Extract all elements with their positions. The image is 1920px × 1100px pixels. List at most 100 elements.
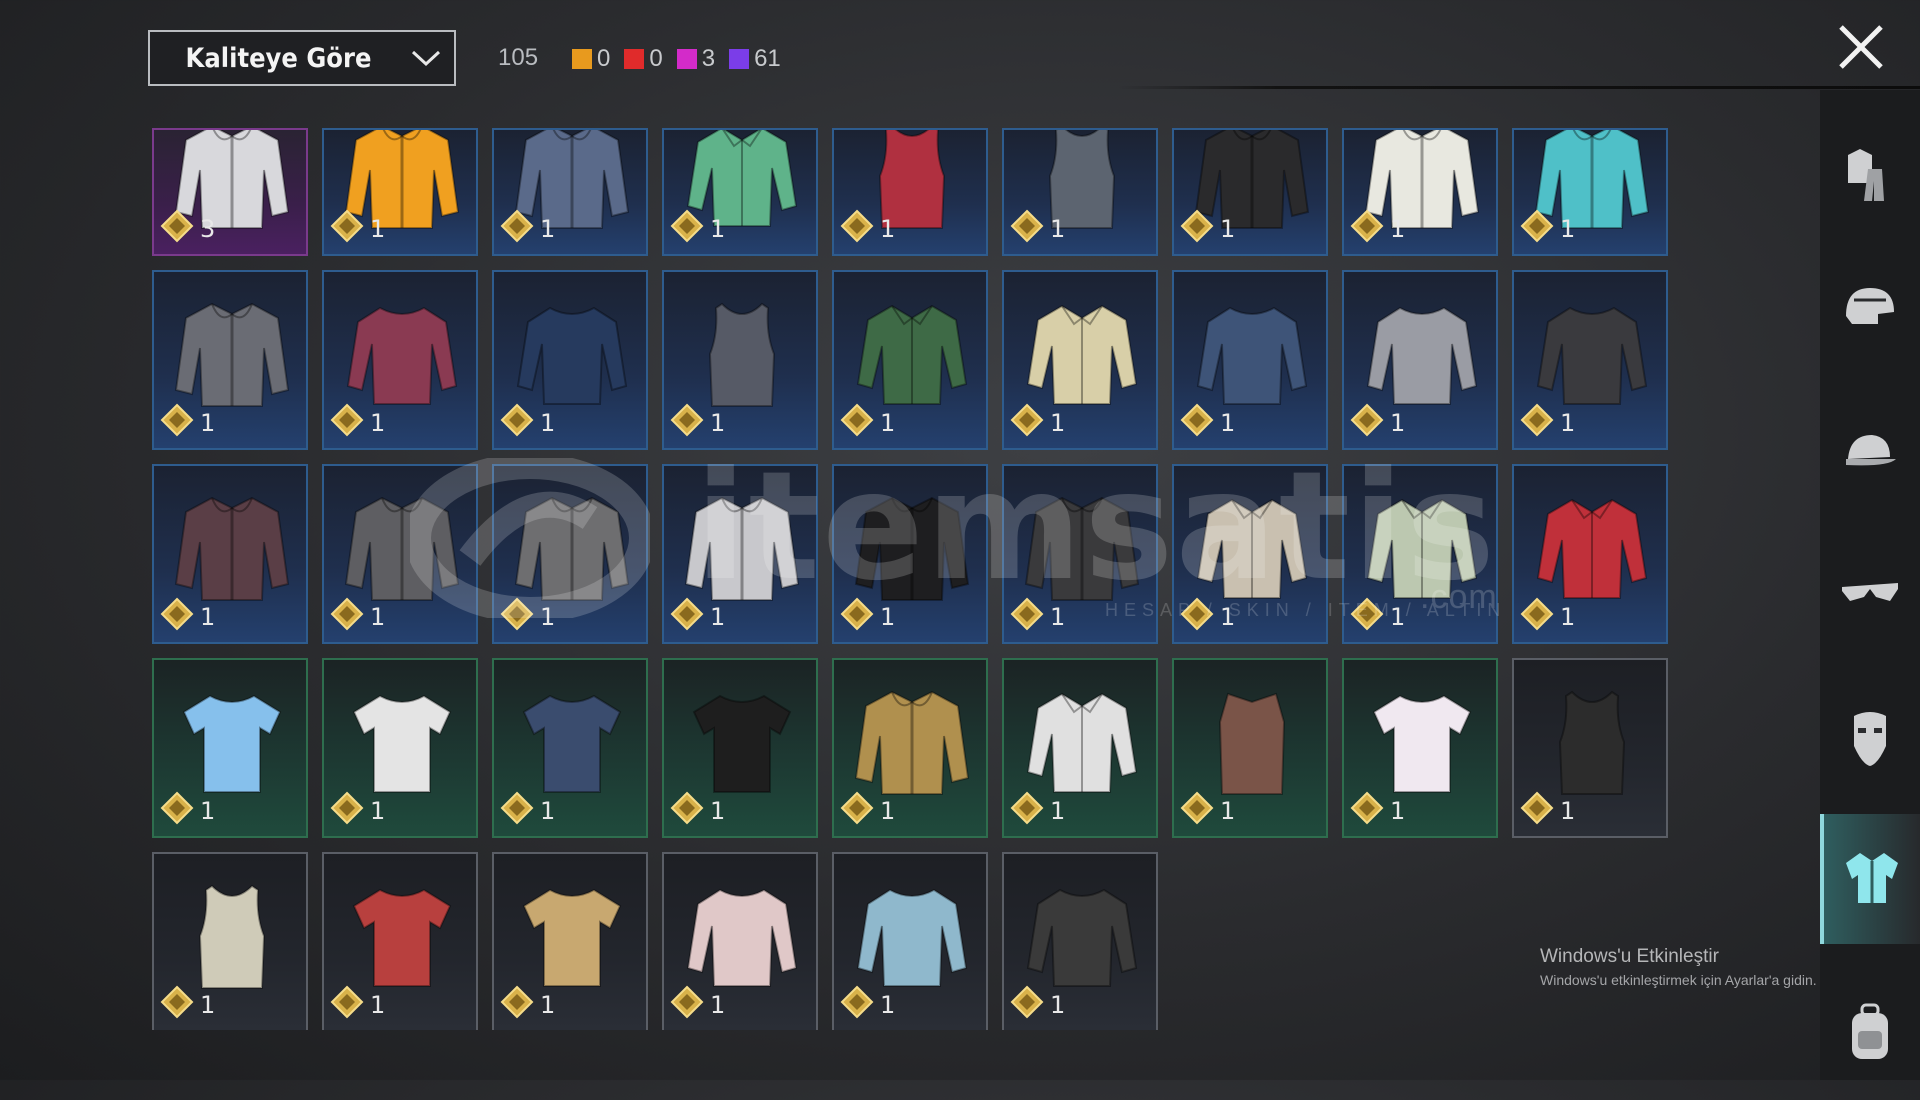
- inventory-item[interactable]: 1: [1002, 128, 1158, 256]
- sidebar-tab-helmet[interactable]: [1820, 245, 1920, 375]
- item-quantity: 1: [200, 602, 216, 631]
- inventory-item[interactable]: 1: [1172, 270, 1328, 450]
- shirt-icon: [1192, 488, 1312, 608]
- inventory-item[interactable]: 1: [1512, 658, 1668, 838]
- quality-count-value: 3: [701, 45, 716, 72]
- chevron-down-icon: [398, 48, 454, 68]
- item-count-badge: 1: [1010, 209, 1065, 248]
- item-count-badge: 1: [840, 597, 895, 636]
- item-quantity: 1: [1050, 602, 1066, 631]
- item-count-badge: 1: [330, 403, 385, 442]
- item-quantity: 1: [880, 214, 896, 243]
- sidebar-tab-sunglasses[interactable]: [1820, 530, 1920, 660]
- sidebar-tab-backpack[interactable]: [1820, 970, 1920, 1100]
- sidebar-tab-cap[interactable]: [1820, 390, 1920, 520]
- inventory-item[interactable]: 1: [1172, 464, 1328, 644]
- inventory-item[interactable]: 1: [322, 128, 478, 256]
- inventory-item[interactable]: 1: [832, 270, 988, 450]
- item-quantity: 1: [710, 214, 726, 243]
- sort-dropdown[interactable]: Kaliteye Göre: [148, 30, 456, 86]
- diamond-icon: [670, 791, 704, 830]
- inventory-item[interactable]: 1: [1342, 464, 1498, 644]
- item-quantity: 1: [200, 990, 216, 1019]
- inventory-item[interactable]: 1: [152, 658, 308, 838]
- diamond-icon: [1520, 597, 1554, 636]
- tank-icon: [1532, 682, 1652, 802]
- item-quantity: 1: [1390, 602, 1406, 631]
- inventory-item[interactable]: 1: [492, 852, 648, 1030]
- item-count-badge: 1: [840, 985, 895, 1024]
- inventory-item[interactable]: 1: [1342, 658, 1498, 838]
- diamond-icon: [1350, 209, 1384, 248]
- inventory-item[interactable]: 1: [662, 464, 818, 644]
- diamond-icon: [1350, 403, 1384, 442]
- close-icon[interactable]: [1836, 22, 1886, 72]
- longsleeve-icon: [1022, 876, 1142, 996]
- quality-count-epic: 3: [676, 45, 716, 73]
- inventory-item[interactable]: 1: [662, 658, 818, 838]
- diamond-icon: [160, 985, 194, 1024]
- inventory-item[interactable]: 1: [832, 128, 988, 256]
- inventory-item[interactable]: 1: [832, 658, 988, 838]
- inventory-item[interactable]: 1: [492, 128, 648, 256]
- inventory-item[interactable]: 1: [1002, 658, 1158, 838]
- inventory-item[interactable]: 1: [152, 464, 308, 644]
- item-count-badge: 1: [670, 985, 725, 1024]
- vest-icon: [1192, 682, 1312, 802]
- inventory-item[interactable]: 1: [1342, 270, 1498, 450]
- item-quantity: 1: [200, 408, 216, 437]
- item-total-count: 105: [498, 44, 539, 71]
- sidebar-tab-outfit[interactable]: [1820, 110, 1920, 240]
- inventory-item[interactable]: 1: [1172, 658, 1328, 838]
- inventory-item[interactable]: 1: [1512, 464, 1668, 644]
- quality-count-value: 61: [754, 45, 781, 72]
- quality-count-rare: 61: [729, 45, 781, 73]
- inventory-item[interactable]: 1: [1002, 852, 1158, 1030]
- inventory-item[interactable]: 1: [1002, 270, 1158, 450]
- inventory-item[interactable]: 1: [322, 658, 478, 838]
- item-quantity: 1: [1560, 602, 1576, 631]
- quality-counts: 0 0 3 61: [572, 44, 795, 74]
- inventory-item[interactable]: 1: [322, 464, 478, 644]
- diamond-icon: [1180, 791, 1214, 830]
- diamond-icon: [160, 791, 194, 830]
- sidebar-tab-shirt[interactable]: [1820, 814, 1920, 944]
- inventory-item[interactable]: 1: [832, 852, 988, 1030]
- item-quantity: 1: [1560, 408, 1576, 437]
- inventory-item[interactable]: 1: [152, 852, 308, 1030]
- tee-icon: [342, 682, 462, 802]
- shirt-icon: [852, 294, 972, 414]
- diamond-icon: [1520, 403, 1554, 442]
- diamond-icon: [1010, 985, 1044, 1024]
- inventory-item[interactable]: 1: [1512, 128, 1668, 256]
- quality-count-value: 0: [649, 45, 663, 72]
- item-count-badge: 1: [840, 209, 895, 248]
- inventory-item[interactable]: 1: [832, 464, 988, 644]
- inventory-item[interactable]: 3: [152, 128, 308, 256]
- tank-icon: [172, 876, 292, 996]
- inventory-item[interactable]: 1: [492, 464, 648, 644]
- inventory-item[interactable]: 1: [1512, 270, 1668, 450]
- inventory-item[interactable]: 1: [662, 128, 818, 256]
- inventory-item[interactable]: 1: [322, 270, 478, 450]
- inventory-item[interactable]: 1: [322, 852, 478, 1030]
- jacket-icon: [852, 682, 972, 802]
- item-count-badge: 1: [160, 597, 215, 636]
- item-count-badge: 1: [500, 403, 555, 442]
- shirt-icon: [1840, 845, 1904, 914]
- inventory-item[interactable]: 1: [662, 270, 818, 450]
- inventory-item[interactable]: 1: [152, 270, 308, 450]
- inventory-item[interactable]: 1: [1172, 128, 1328, 256]
- inventory-item[interactable]: 1: [1002, 464, 1158, 644]
- item-quantity: 1: [1220, 214, 1236, 243]
- inventory-item[interactable]: 1: [662, 852, 818, 1030]
- inventory-item[interactable]: 1: [1342, 128, 1498, 256]
- shirt-icon: [1532, 488, 1652, 608]
- inventory-item[interactable]: 1: [492, 658, 648, 838]
- item-count-badge: 1: [500, 209, 555, 248]
- sidebar-tab-mask[interactable]: [1820, 675, 1920, 805]
- diamond-icon: [1010, 597, 1044, 636]
- inventory-item[interactable]: 1: [492, 270, 648, 450]
- item-count-badge: 3: [160, 209, 215, 248]
- item-count-badge: 1: [330, 209, 385, 248]
